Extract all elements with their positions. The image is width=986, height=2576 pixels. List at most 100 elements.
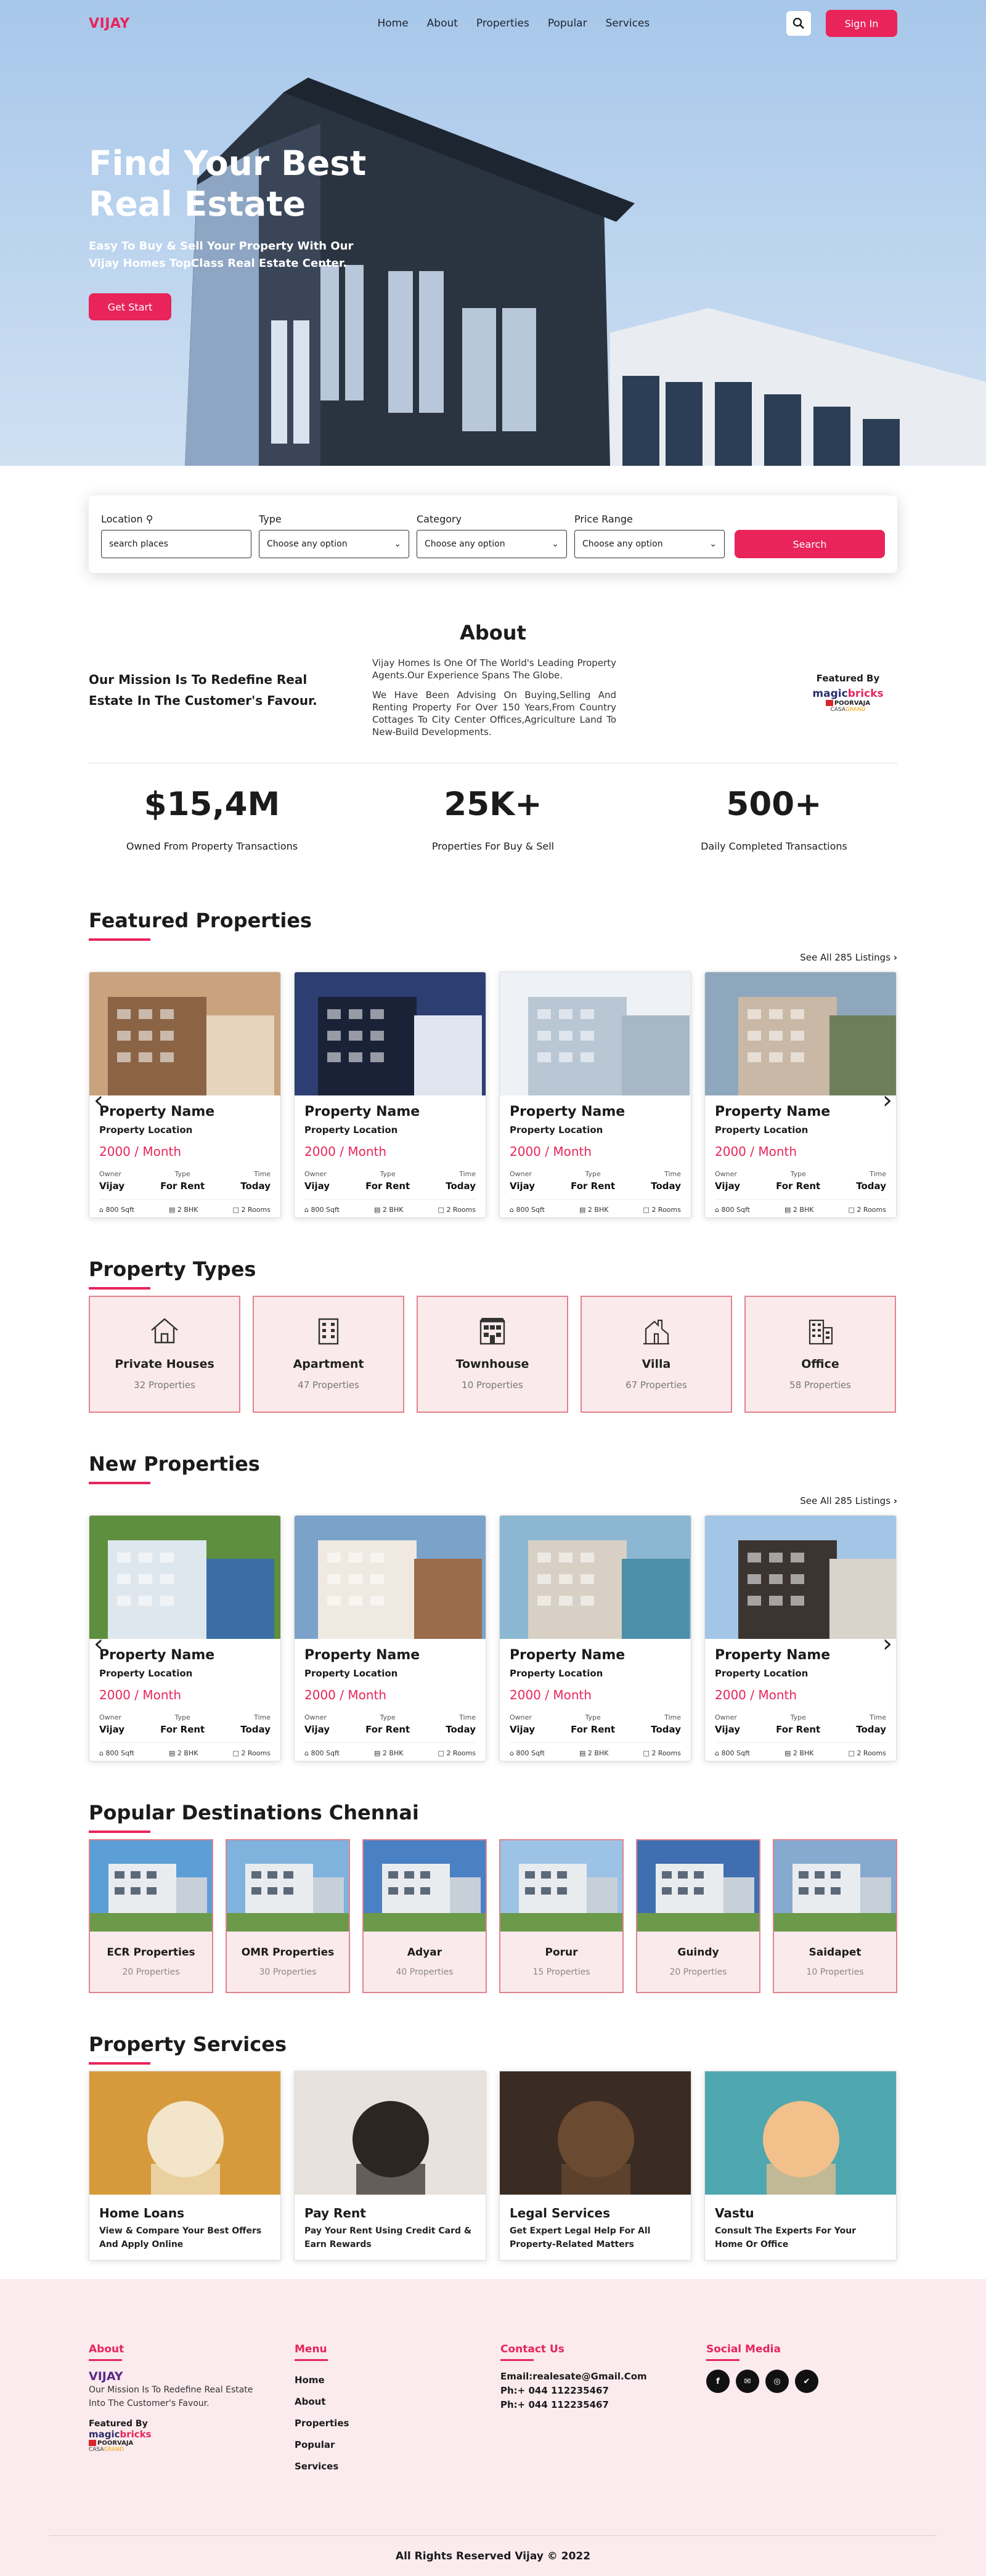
type-name: Townhouse <box>455 1357 529 1371</box>
type-card-apartment[interactable]: Apartment 47 Properties <box>253 1296 404 1413</box>
title-underline <box>89 1830 150 1833</box>
nav-actions: Sign In <box>786 10 897 37</box>
see-all-link[interactable]: See All 285 Listings › <box>800 1495 897 1506</box>
sign-in-button[interactable]: Sign In <box>825 10 897 37</box>
nav-link-services[interactable]: Services <box>606 17 650 30</box>
time-meta: Time Today <box>240 1713 271 1735</box>
footer-link-home[interactable]: Home <box>295 2370 500 2391</box>
nav-link-properties[interactable]: Properties <box>476 17 529 30</box>
see-all-link[interactable]: See All 285 Listings › <box>800 952 897 963</box>
area-feature: ⌂ 800 Sqft <box>715 1749 750 1757</box>
property-card[interactable]: Property Name Property Location 2000 / M… <box>294 1515 486 1761</box>
nav-link-popular[interactable]: Popular <box>548 17 587 30</box>
type-card-office[interactable]: Office 58 Properties <box>744 1296 896 1413</box>
type-select[interactable]: Choose any option ⌄ <box>259 530 409 558</box>
property-photo <box>89 1516 280 1639</box>
destination-name: Saidapet <box>809 1946 862 1959</box>
carousel-next-arrow[interactable]: › <box>882 1086 892 1115</box>
footer-contact-heading: Contact Us <box>500 2343 564 2355</box>
footer-phone-1[interactable]: Ph:+ 044 112235467 <box>500 2384 706 2398</box>
destination-card[interactable]: Guindy 20 Properties <box>636 1839 760 1993</box>
featured-by: Featured By magicbricks POORVAJA CASAGRA… <box>799 673 897 738</box>
type-card-villa[interactable]: Villa 67 Properties <box>581 1296 732 1413</box>
footer-link-popular[interactable]: Popular <box>295 2434 500 2456</box>
service-card[interactable]: Pay Rent Pay Your Rent Using Credit Card… <box>294 2071 486 2261</box>
category-select[interactable]: Choose any option ⌄ <box>417 530 567 558</box>
rooms-feature: □ 2 Rooms <box>232 1749 271 1757</box>
owner-meta: Owner Vijay <box>304 1170 330 1192</box>
search-submit-button[interactable]: Search <box>735 530 885 558</box>
mail-icon[interactable]: ✉ <box>736 2370 759 2393</box>
service-name: Legal Services <box>510 2206 610 2220</box>
category-field: Category Choose any option ⌄ <box>417 513 567 558</box>
footer-link-services[interactable]: Services <box>295 2456 500 2477</box>
stat-value: 25K+ <box>444 786 542 823</box>
destination-card[interactable]: Saidapet 10 Properties <box>773 1839 897 1993</box>
service-card[interactable]: Legal Services Get Expert Legal Help For… <box>499 2071 691 2261</box>
footer-link-about[interactable]: About <box>295 2391 500 2413</box>
nav-link-home[interactable]: Home <box>377 17 408 30</box>
footer-social: Social Media f ✉ ◎ ✔ <box>706 2343 912 2477</box>
footer-email[interactable]: Email:realesate@Gmail.Com <box>500 2370 706 2384</box>
location-input[interactable]: search places <box>101 530 251 558</box>
property-location: Property Location <box>510 1668 603 1679</box>
facebook-icon[interactable]: f <box>706 2370 730 2393</box>
destination-card[interactable]: ECR Properties 20 Properties <box>89 1839 213 1993</box>
footer-contact: Contact Us Email:realesate@Gmail.Com Ph:… <box>500 2343 706 2477</box>
carousel-next-arrow[interactable]: › <box>882 1630 892 1658</box>
type-card-private-houses[interactable]: Private Houses 32 Properties <box>89 1296 240 1413</box>
nav-links: Home About Properties Popular Services <box>377 17 650 30</box>
property-card[interactable]: Property Name Property Location 2000 / M… <box>89 972 281 1218</box>
property-card[interactable]: Property Name Property Location 2000 / M… <box>704 972 897 1218</box>
office-icon <box>809 1319 833 1345</box>
type-card-townhouse[interactable]: Townhouse 10 Properties <box>417 1296 568 1413</box>
type-name: Apartment <box>293 1357 364 1371</box>
location-field: Location ⚲ search places <box>101 513 251 558</box>
category-select-value: Choose any option <box>425 539 505 549</box>
service-desc: Pay Your Rent Using Credit Card & Earn R… <box>304 2226 472 2249</box>
footer-featured-by: Featured By <box>89 2419 148 2429</box>
type-meta: Type For Rent <box>776 1170 821 1192</box>
footer-brand: VIJAY <box>89 2370 123 2383</box>
property-name: Property Name <box>715 1104 831 1119</box>
property-card[interactable]: Property Name Property Location 2000 / M… <box>499 972 691 1218</box>
time-meta: Time Today <box>446 1713 476 1735</box>
see-all-text: See All 285 Listings <box>800 952 891 963</box>
type-meta: Type For Rent <box>160 1170 205 1192</box>
property-photo <box>500 972 691 1095</box>
townhouse-icon <box>479 1318 505 1345</box>
destination-card[interactable]: OMR Properties 30 Properties <box>226 1839 350 1993</box>
house-icon <box>151 1318 178 1344</box>
heading-underline <box>706 2359 740 2361</box>
footer-phone-2[interactable]: Ph:+ 044 112235467 <box>500 2398 706 2412</box>
destination-card[interactable]: Porur 15 Properties <box>499 1839 624 1993</box>
property-card[interactable]: Property Name Property Location 2000 / M… <box>499 1515 691 1761</box>
property-card[interactable]: Property Name Property Location 2000 / M… <box>294 972 486 1218</box>
see-all-row: See All 285 Listings › <box>89 1484 897 1515</box>
carousel-prev-arrow[interactable]: ‹ <box>94 1630 104 1658</box>
destination-name: Porur <box>545 1946 578 1959</box>
copyright: All Rights Reserved Vijay © 2022 <box>395 2550 591 2562</box>
instagram-icon[interactable]: ◎ <box>765 2370 789 2393</box>
service-card[interactable]: Home Loans View & Compare Your Best Offe… <box>89 2071 281 2261</box>
service-image <box>295 2071 486 2195</box>
type-meta: Type For Rent <box>776 1713 821 1735</box>
type-meta: Type For Rent <box>160 1713 205 1735</box>
nav-link-about[interactable]: About <box>427 17 458 30</box>
price-select[interactable]: Choose any option ⌄ <box>574 530 725 558</box>
service-image <box>500 2071 691 2195</box>
footer-link-properties[interactable]: Properties <box>295 2413 500 2434</box>
property-price: 2000 / Month <box>715 1688 797 1702</box>
carousel-prev-arrow[interactable]: ‹ <box>94 1086 104 1115</box>
type-count: 10 Properties <box>462 1379 523 1391</box>
search-button[interactable] <box>786 11 811 36</box>
logo[interactable]: VIJAY <box>89 16 130 31</box>
location-label-text: Location <box>101 513 143 525</box>
rooms-feature: □ 2 Rooms <box>232 1206 271 1214</box>
destination-card[interactable]: Adyar 40 Properties <box>362 1839 487 1993</box>
property-card[interactable]: Property Name Property Location 2000 / M… <box>89 1515 281 1761</box>
twitter-icon[interactable]: ✔ <box>795 2370 818 2393</box>
get-start-button[interactable]: Get Start <box>89 293 171 320</box>
service-card[interactable]: Vastu Consult The Experts For Your Home … <box>704 2071 897 2261</box>
property-card[interactable]: Property Name Property Location 2000 / M… <box>704 1515 897 1761</box>
